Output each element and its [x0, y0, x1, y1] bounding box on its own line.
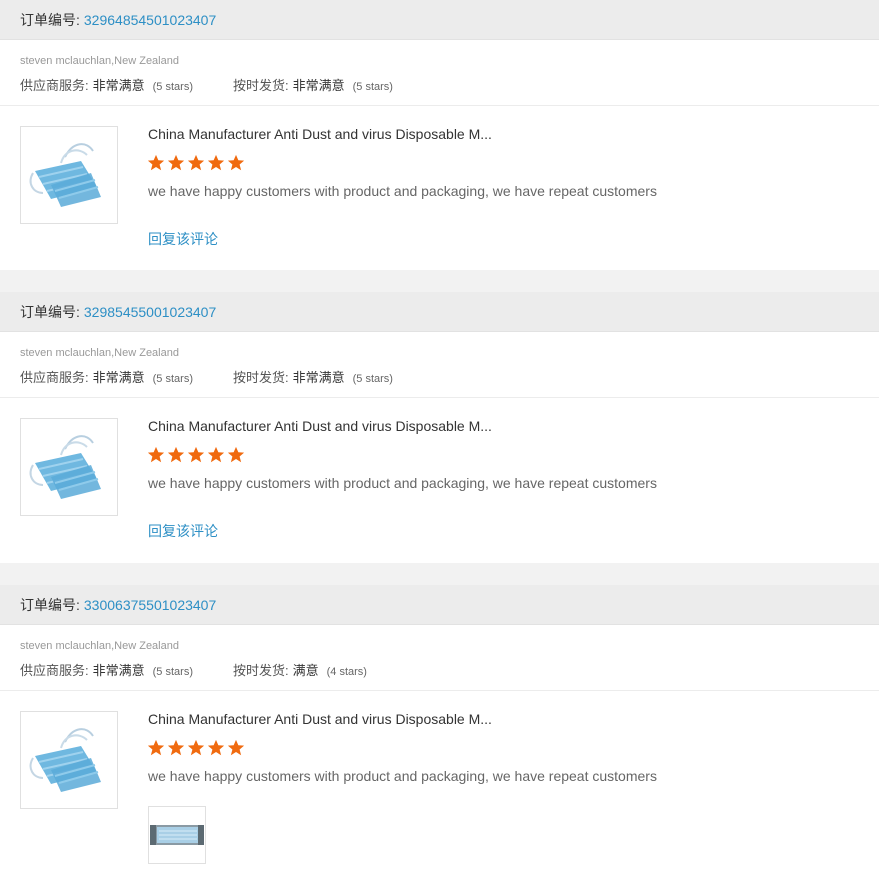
order-label: 订单编号: [20, 596, 80, 613]
review-comment: we have happy customers with product and… [148, 183, 657, 199]
supplier-service-stars: (5 stars) [152, 81, 193, 93]
product-thumbnail[interactable] [20, 711, 118, 809]
product-title-link[interactable]: China Manufacturer Anti Dust and virus D… [148, 418, 492, 434]
star-rating [147, 739, 247, 757]
shipping-value: 非常满意 [292, 78, 345, 93]
supplier-service-value: 非常满意 [92, 663, 145, 678]
shipping-label: 按时发货: [232, 663, 289, 678]
buyer-info: steven mclauchlan,New Zealand 供应商服务: 非常满… [0, 40, 879, 106]
face-mask-icon [29, 435, 101, 499]
order-number-link[interactable]: 33006375501023407 [84, 597, 216, 613]
shipping-value: 非常满意 [292, 370, 345, 385]
shipping-label: 按时发货: [232, 370, 289, 385]
buyer-info: steven mclauchlan,New Zealand 供应商服务: 非常满… [0, 625, 879, 691]
shipping-stars: (5 stars) [352, 81, 393, 93]
buyer-name: steven mclauchlan,New Zealand [20, 640, 179, 652]
product-review: China Manufacturer Anti Dust and virus D… [0, 106, 879, 269]
star-icon [227, 446, 245, 463]
supplier-service-stars: (5 stars) [152, 373, 193, 385]
seller-ratings: 供应商服务: 非常满意 (5 stars) 按时发货: 非常满意 (5 star… [20, 75, 859, 94]
order-header: 订单编号: 33006375501023407 [0, 585, 879, 625]
order-label: 订单编号: [20, 303, 80, 320]
star-icon [207, 446, 225, 463]
star-icon [207, 154, 225, 171]
product-thumbnail[interactable] [20, 418, 118, 516]
order-label: 订单编号: [20, 11, 80, 28]
seller-ratings: 供应商服务: 非常满意 (5 stars) 按时发货: 非常满意 (5 star… [20, 367, 859, 386]
product-review: China Manufacturer Anti Dust and virus D… [0, 398, 879, 561]
star-icon [167, 154, 185, 171]
star-rating [147, 446, 247, 464]
star-icon [187, 739, 205, 756]
mask-photo-icon [150, 825, 204, 845]
shipping-label: 按时发货: [232, 78, 289, 93]
product-title-link[interactable]: China Manufacturer Anti Dust and virus D… [148, 126, 492, 142]
order-number-link[interactable]: 32985455001023407 [84, 304, 216, 320]
reply-to-review-link[interactable]: 回复该评论 [148, 521, 218, 541]
product-thumbnail[interactable] [20, 126, 118, 224]
review-card: 订单编号: 32964854501023407 steven mclauchla… [0, 0, 879, 270]
shipping-stars: (5 stars) [352, 373, 393, 385]
review-comment: we have happy customers with product and… [148, 768, 657, 784]
review-photo-attachment[interactable] [148, 806, 206, 864]
star-icon [187, 446, 205, 463]
supplier-service-rating: 供应商服务: 非常满意 (5 stars) [20, 660, 193, 679]
shipping-value: 满意 [292, 663, 319, 678]
order-number-link[interactable]: 32964854501023407 [84, 12, 216, 28]
face-mask-icon [29, 728, 101, 792]
buyer-info: steven mclauchlan,New Zealand 供应商服务: 非常满… [0, 332, 879, 398]
shipping-stars: (4 stars) [326, 666, 367, 678]
star-icon [187, 154, 205, 171]
buyer-name: steven mclauchlan,New Zealand [20, 347, 179, 359]
review-card: 订单编号: 32985455001023407 steven mclauchla… [0, 292, 879, 563]
star-icon [227, 739, 245, 756]
supplier-service-stars: (5 stars) [152, 666, 193, 678]
star-icon [167, 739, 185, 756]
face-mask-icon [29, 143, 101, 207]
supplier-service-rating: 供应商服务: 非常满意 (5 stars) [20, 75, 193, 94]
product-title-link[interactable]: China Manufacturer Anti Dust and virus D… [148, 711, 492, 727]
supplier-service-value: 非常满意 [92, 78, 145, 93]
product-review: China Manufacturer Anti Dust and virus D… [0, 691, 879, 864]
supplier-service-label: 供应商服务: [20, 370, 89, 385]
supplier-service-label: 供应商服务: [20, 663, 89, 678]
review-card: 订单编号: 33006375501023407 steven mclauchla… [0, 585, 879, 876]
shipping-rating: 按时发货: 满意 (4 stars) [233, 660, 367, 679]
star-icon [147, 154, 165, 171]
shipping-rating: 按时发货: 非常满意 (5 stars) [233, 75, 393, 94]
star-rating [147, 154, 247, 172]
order-header: 订单编号: 32985455001023407 [0, 292, 879, 332]
supplier-service-value: 非常满意 [92, 370, 145, 385]
star-icon [147, 739, 165, 756]
reply-to-review-link[interactable]: 回复该评论 [148, 229, 218, 249]
supplier-service-label: 供应商服务: [20, 78, 89, 93]
order-header: 订单编号: 32964854501023407 [0, 0, 879, 40]
shipping-rating: 按时发货: 非常满意 (5 stars) [233, 367, 393, 386]
buyer-name: steven mclauchlan,New Zealand [20, 55, 179, 67]
star-icon [167, 446, 185, 463]
star-icon [207, 739, 225, 756]
review-comment: we have happy customers with product and… [148, 475, 657, 491]
seller-ratings: 供应商服务: 非常满意 (5 stars) 按时发货: 满意 (4 stars) [20, 660, 859, 679]
star-icon [227, 154, 245, 171]
star-icon [147, 446, 165, 463]
supplier-service-rating: 供应商服务: 非常满意 (5 stars) [20, 367, 193, 386]
